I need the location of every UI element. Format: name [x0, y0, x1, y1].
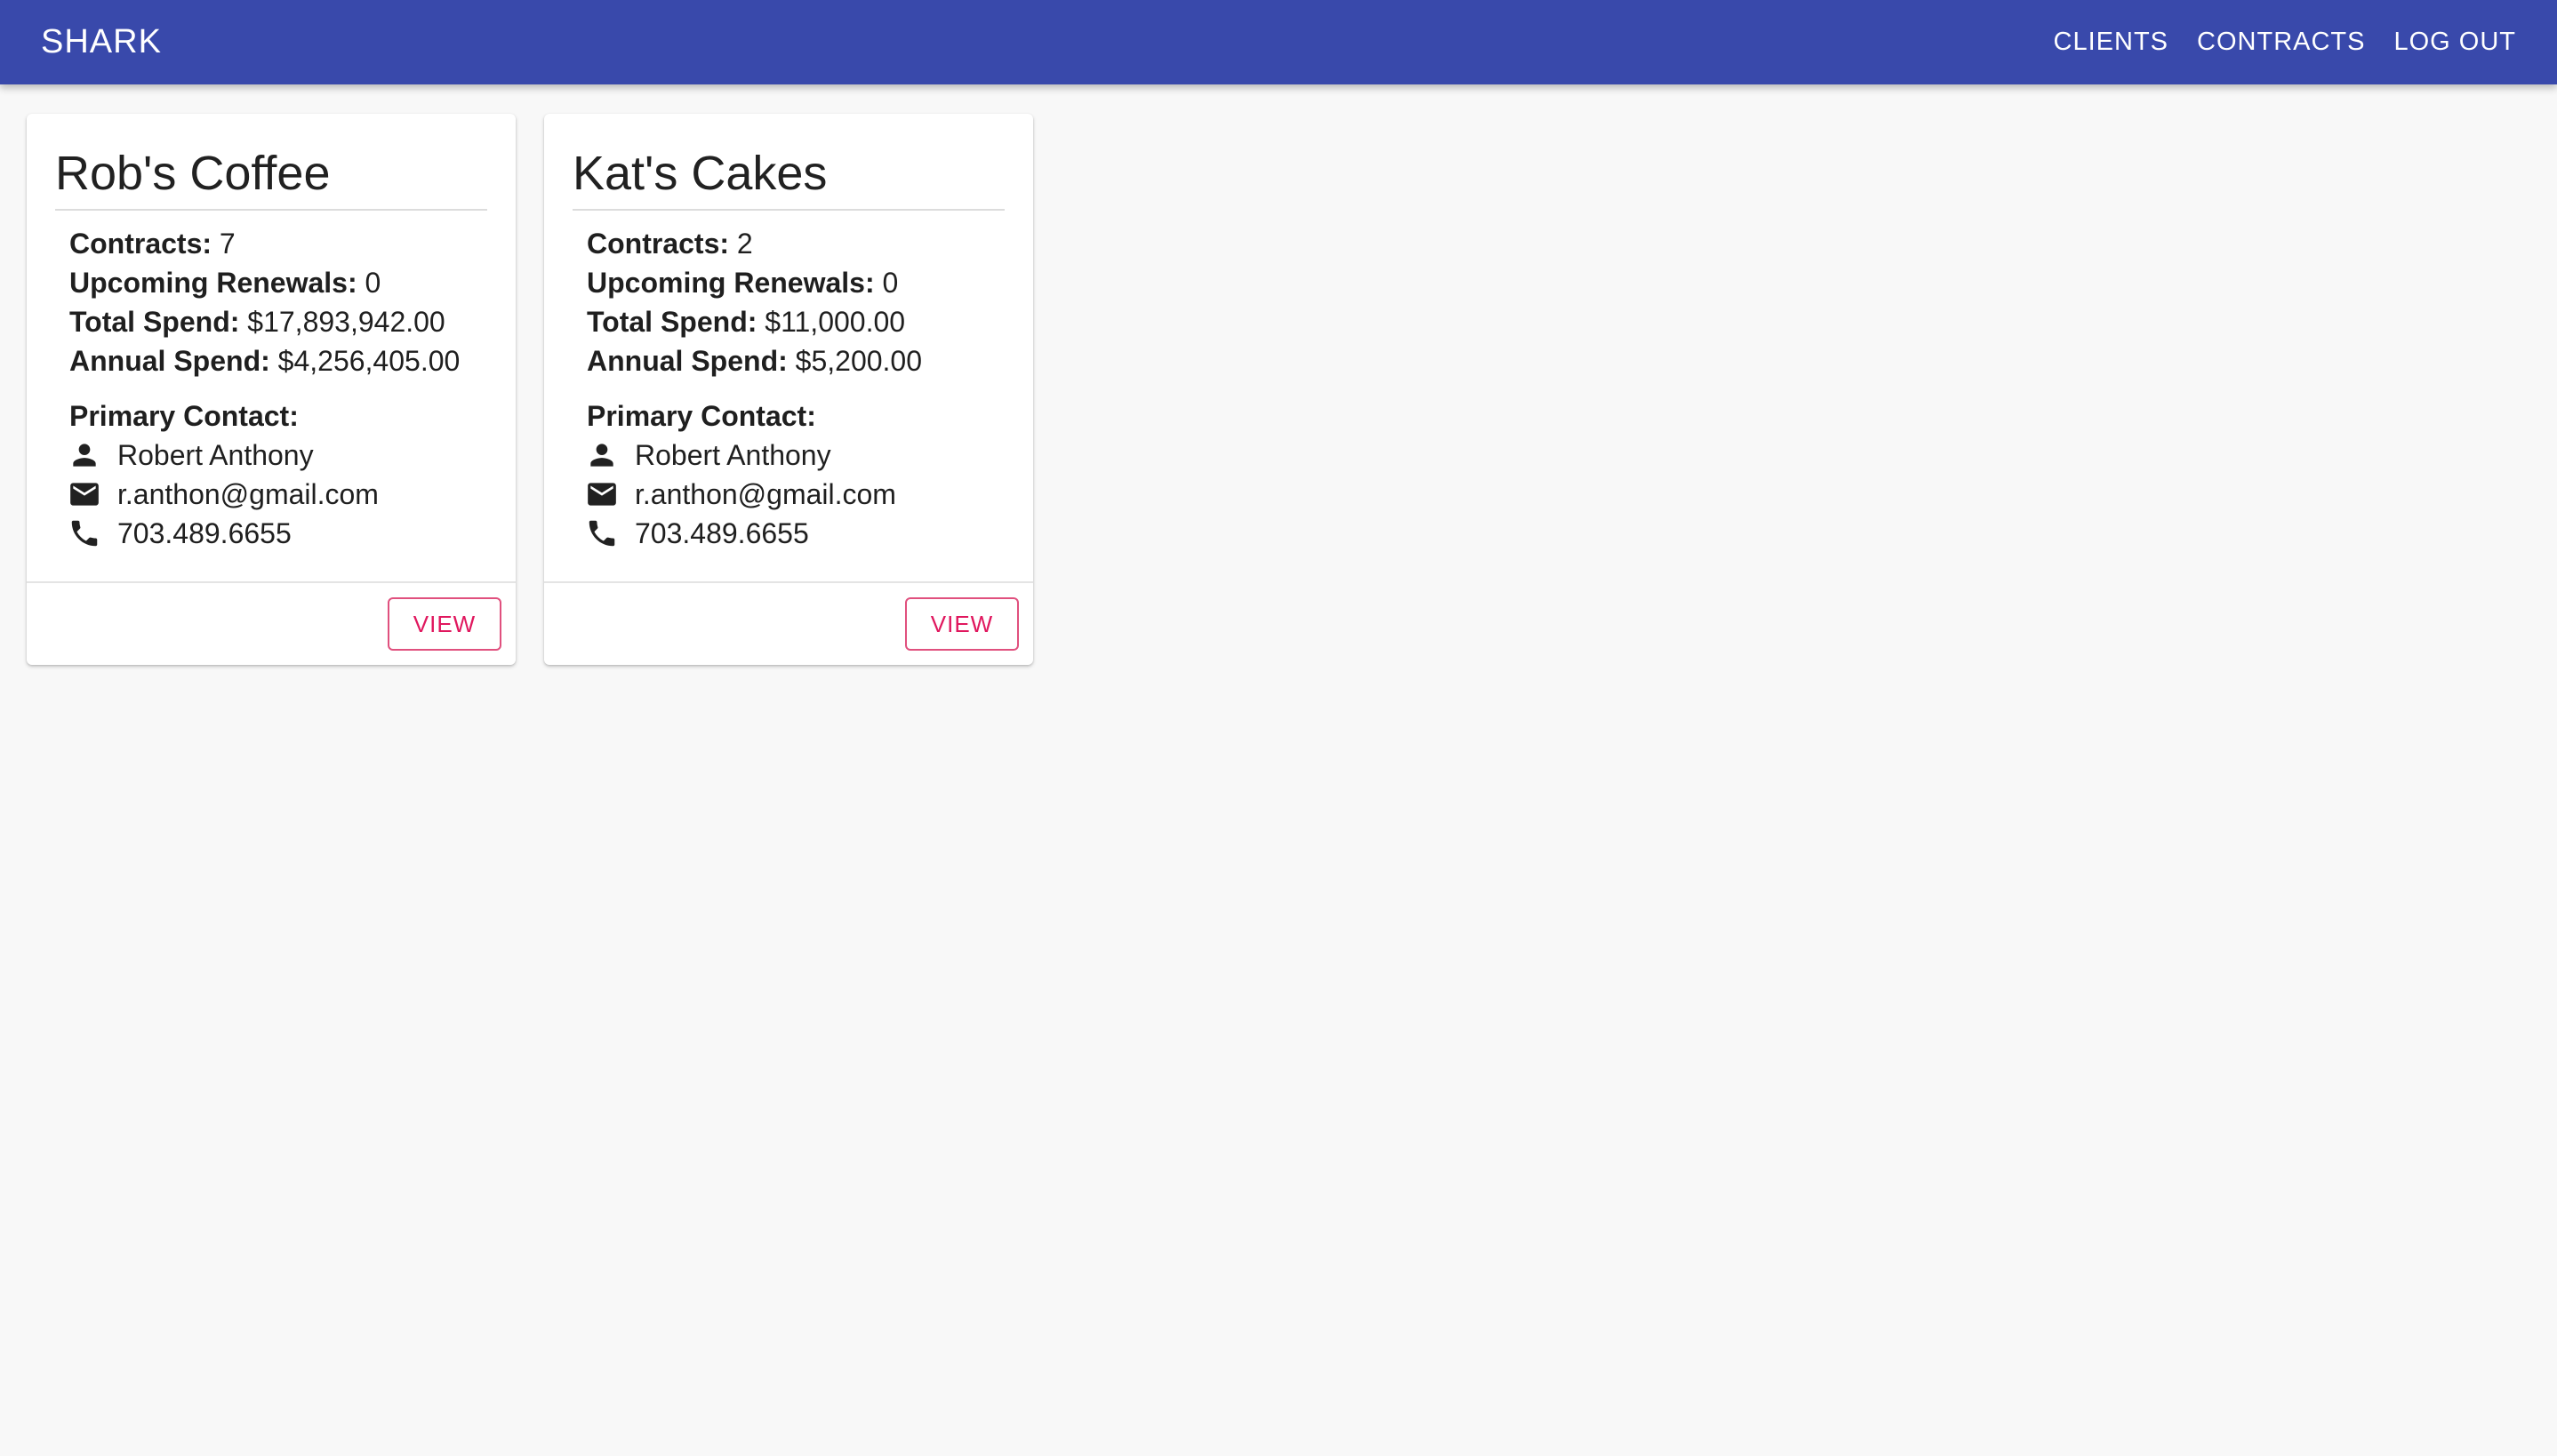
- divider: [544, 581, 1033, 583]
- contact-phone: 703.489.6655: [635, 517, 809, 549]
- client-stats: Contracts: 2 Upcoming Renewals: 0 Total …: [587, 224, 922, 380]
- app-bar: SHARK CLIENTS CONTRACTS LOG OUT: [0, 0, 2557, 84]
- stat-label: Contracts:: [69, 228, 212, 260]
- email-icon: [588, 483, 616, 506]
- stat-label: Annual Spend:: [587, 345, 788, 377]
- stat-value: $5,200.00: [795, 345, 923, 377]
- divider: [27, 581, 516, 583]
- stat-value: 0: [882, 267, 899, 299]
- stat-value: 2: [736, 228, 753, 260]
- brand-title[interactable]: SHARK: [41, 23, 162, 61]
- stat-value: 0: [365, 267, 381, 299]
- contact-name: Robert Anthony: [117, 439, 314, 471]
- stat-label: Total Spend:: [587, 306, 757, 338]
- contact-email: r.anthon@gmail.com: [635, 478, 896, 510]
- stat-value: $11,000.00: [765, 306, 906, 338]
- stat-value: $17,893,942.00: [247, 306, 445, 338]
- stat-label: Contracts:: [587, 228, 730, 260]
- contact-name-row: Robert Anthony: [69, 436, 379, 475]
- top-nav: CLIENTS CONTRACTS LOG OUT: [2025, 28, 2516, 57]
- email-icon: [70, 483, 99, 506]
- phone-icon: [589, 520, 615, 547]
- contact-phone-row: 703.489.6655: [587, 514, 896, 553]
- stat-annual-spend: Annual Spend: $4,256,405.00: [69, 341, 460, 380]
- stat-value: $4,256,405.00: [277, 345, 461, 377]
- stat-upcoming-renewals: Upcoming Renewals: 0: [587, 263, 922, 302]
- contact-email-row: r.anthon@gmail.com: [587, 475, 896, 514]
- contact-email: r.anthon@gmail.com: [117, 478, 379, 510]
- stat-upcoming-renewals: Upcoming Renewals: 0: [69, 263, 460, 302]
- person-icon: [73, 444, 96, 467]
- primary-contact: Primary Contact: Robert Anthony r.anthon…: [587, 396, 896, 553]
- stat-total-spend: Total Spend: $11,000.00: [587, 302, 922, 341]
- contact-name-row: Robert Anthony: [587, 436, 896, 475]
- person-icon: [590, 444, 613, 467]
- stat-contracts: Contracts: 2: [587, 224, 922, 263]
- primary-contact: Primary Contact: Robert Anthony r.anthon…: [69, 396, 379, 553]
- stat-label: Upcoming Renewals:: [587, 267, 875, 299]
- client-name: Rob's Coffee: [55, 147, 331, 200]
- stat-value: 7: [219, 228, 236, 260]
- view-button[interactable]: VIEW: [905, 597, 1019, 651]
- client-card: Rob's Coffee Contracts: 7 Upcoming Renew…: [27, 114, 516, 665]
- stat-contracts: Contracts: 7: [69, 224, 460, 263]
- nav-log-out[interactable]: LOG OUT: [2393, 28, 2516, 57]
- client-stats: Contracts: 7 Upcoming Renewals: 0 Total …: [69, 224, 460, 380]
- view-button[interactable]: VIEW: [388, 597, 501, 651]
- client-card-list: Rob's Coffee Contracts: 7 Upcoming Renew…: [27, 114, 1062, 665]
- primary-contact-heading: Primary Contact:: [587, 400, 816, 432]
- contact-name: Robert Anthony: [635, 439, 831, 471]
- primary-contact-heading: Primary Contact:: [69, 400, 299, 432]
- client-card: Kat's Cakes Contracts: 2 Upcoming Renewa…: [544, 114, 1033, 665]
- stat-total-spend: Total Spend: $17,893,942.00: [69, 302, 460, 341]
- stat-label: Upcoming Renewals:: [69, 267, 357, 299]
- phone-icon: [71, 520, 98, 547]
- stat-annual-spend: Annual Spend: $5,200.00: [587, 341, 922, 380]
- contact-phone-row: 703.489.6655: [69, 514, 379, 553]
- client-name: Kat's Cakes: [573, 147, 828, 200]
- contact-email-row: r.anthon@gmail.com: [69, 475, 379, 514]
- nav-contracts[interactable]: CONTRACTS: [2197, 28, 2365, 57]
- divider: [573, 209, 1005, 211]
- stat-label: Annual Spend:: [69, 345, 270, 377]
- nav-clients[interactable]: CLIENTS: [2054, 28, 2168, 57]
- stat-label: Total Spend:: [69, 306, 240, 338]
- divider: [55, 209, 487, 211]
- contact-phone: 703.489.6655: [117, 517, 292, 549]
